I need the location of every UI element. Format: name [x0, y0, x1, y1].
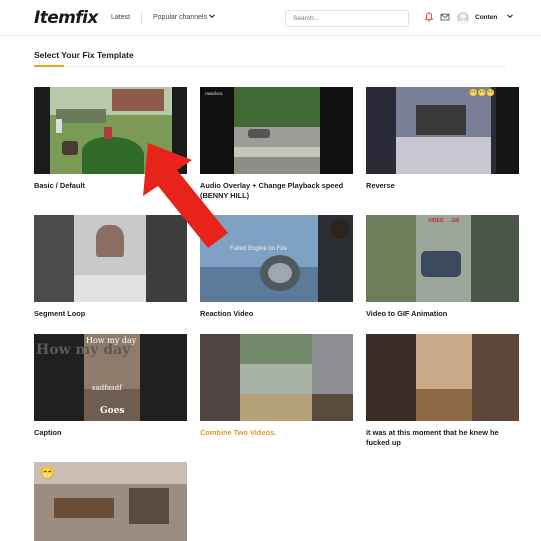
template-card-caption[interactable]: How my day How my day sadfasdf Goes Capt…	[34, 334, 187, 438]
template-thumbnail[interactable]: 😬😬😬	[366, 87, 519, 174]
template-title[interactable]: Combine Two Videos.	[200, 428, 353, 438]
template-card-basic-default[interactable]: Basic / Default	[34, 87, 187, 191]
template-title[interactable]: Caption	[34, 428, 187, 438]
chevron-down-icon[interactable]	[208, 12, 216, 20]
template-title[interactable]: Basic / Default	[34, 181, 187, 191]
page-title: Select Your Fix Template	[34, 50, 134, 60]
title-underline	[34, 65, 64, 67]
template-thumbnail[interactable]	[34, 87, 187, 174]
template-title[interactable]: Segment Loop	[34, 309, 187, 319]
template-thumbnail[interactable]: 😁	[34, 462, 187, 541]
thumbnail-watermark: rawafora	[205, 91, 223, 96]
template-thumbnail[interactable]: Failed Engine on Fire	[200, 215, 353, 302]
nav-popular-channels-link[interactable]: Popular channels	[153, 14, 207, 21]
template-card-combine-two-videos[interactable]: Combine Two Videos.	[200, 334, 353, 438]
template-card-reverse[interactable]: 😬😬😬 Reverse	[366, 87, 519, 191]
template-card-courtroom[interactable]: 😁	[34, 462, 187, 541]
template-title[interactable]: Reaction Video	[200, 309, 353, 319]
template-thumbnail[interactable]	[200, 334, 353, 421]
thumbnail-emojis: 😬😬😬	[469, 90, 496, 97]
template-thumbnail[interactable]: How my day How my day sadfasdf Goes	[34, 334, 187, 421]
thumbnail-caption-bottom: Goes	[100, 406, 125, 416]
nav-divider	[141, 12, 142, 24]
thumbnail-overlay-text: Failed Engine on Fire	[230, 246, 288, 252]
thumbnail-caption-mid: sadfasdf	[92, 384, 122, 392]
thumbnail-overlay-text: VIDEO → GIF	[428, 218, 460, 224]
template-thumbnail[interactable]	[366, 334, 519, 421]
top-navigation-bar: Itemfix Latest Popular channels Conten	[0, 0, 541, 36]
search-input[interactable]	[285, 10, 409, 27]
template-card-knew-he-messed-up[interactable]: it was at this moment that he knew he fu…	[366, 334, 519, 448]
template-thumbnail[interactable]: VIDEO → GIF	[366, 215, 519, 302]
chevron-down-icon[interactable]	[506, 12, 514, 20]
template-title[interactable]: Audio Overlay + Change Playback speed (B…	[200, 181, 353, 201]
template-card-video-to-gif[interactable]: VIDEO → GIF Video to GIF Animation	[366, 215, 519, 319]
title-divider	[64, 66, 507, 67]
nav-latest-link[interactable]: Latest	[111, 14, 130, 21]
template-title[interactable]: Reverse	[366, 181, 519, 191]
template-card-audio-overlay[interactable]: rawafora Audio Overlay + Change Playback…	[200, 87, 353, 201]
mail-icon[interactable]	[440, 12, 450, 22]
itemfix-logo[interactable]: Itemfix	[34, 8, 98, 28]
user-avatar[interactable]	[457, 12, 469, 24]
template-card-reaction-video[interactable]: Failed Engine on Fire Reaction Video	[200, 215, 353, 319]
template-title[interactable]: it was at this moment that he knew he fu…	[366, 428, 519, 448]
template-thumbnail[interactable]: rawafora	[200, 87, 353, 174]
thumbnail-emoji: 😁	[40, 466, 55, 480]
notification-bell-icon[interactable]	[424, 12, 434, 22]
template-title[interactable]: Video to GIF Animation	[366, 309, 519, 319]
user-name[interactable]: Conten	[475, 14, 497, 21]
thumbnail-caption-top: How my day	[86, 336, 137, 345]
template-thumbnail[interactable]	[34, 215, 187, 302]
template-card-segment-loop[interactable]: Segment Loop	[34, 215, 187, 319]
